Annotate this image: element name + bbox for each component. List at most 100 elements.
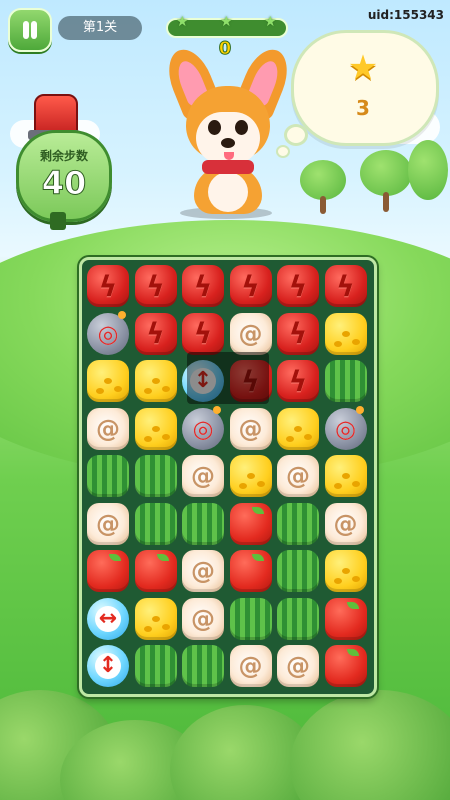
board-cell[interactable]	[229, 312, 273, 356]
moves-label: 剩余步数	[39, 149, 88, 163]
red-lightning-candy	[87, 265, 129, 307]
swirl-roll-candy	[229, 407, 272, 450]
board-cell[interactable]	[134, 502, 178, 546]
tree	[300, 160, 346, 200]
board-cell[interactable]	[324, 359, 368, 403]
board-cell[interactable]	[134, 359, 178, 403]
board-cell[interactable]	[134, 312, 178, 356]
board-cell[interactable]	[276, 644, 320, 688]
board-cell[interactable]	[134, 549, 178, 593]
star-icon: ★	[347, 48, 379, 88]
board-cell[interactable]	[276, 407, 320, 451]
board-cell[interactable]	[181, 405, 225, 451]
board-cell[interactable]	[276, 502, 320, 546]
board-cell[interactable]	[86, 644, 130, 688]
watermelon-candy	[87, 455, 129, 497]
board-cell[interactable]	[86, 264, 130, 308]
tree-trunk	[320, 196, 326, 214]
pause-icon-bar	[31, 21, 37, 39]
board-cell[interactable]	[229, 407, 273, 451]
board-cell[interactable]	[86, 549, 130, 593]
board-cell[interactable]	[229, 359, 273, 403]
board-cell[interactable]	[181, 644, 225, 688]
board-cell[interactable]	[181, 312, 225, 356]
board-cell[interactable]	[229, 454, 273, 498]
dog-eye	[208, 120, 221, 135]
swirl-roll-candy	[277, 455, 319, 497]
board-cell[interactable]	[134, 407, 178, 451]
watermelon-candy	[182, 502, 224, 545]
board-cell[interactable]	[324, 454, 368, 498]
board-cell[interactable]	[229, 264, 273, 308]
cheese-candy	[324, 455, 367, 497]
vertical-arrow-booster	[87, 645, 129, 687]
board-cell[interactable]	[134, 644, 178, 688]
target-count: 3	[356, 96, 370, 120]
bomb-blocker	[182, 405, 224, 450]
dog-nose	[221, 138, 235, 148]
board-cell[interactable]	[276, 549, 320, 593]
board-cell[interactable]	[86, 454, 130, 498]
swirl-roll-candy	[277, 645, 319, 687]
board-cell[interactable]	[181, 549, 225, 593]
bomb-blocker	[324, 405, 367, 450]
apple-candy	[324, 597, 367, 640]
board-cell[interactable]	[86, 359, 130, 403]
cheese-candy	[134, 597, 177, 640]
tree	[360, 150, 412, 196]
cheese-candy	[324, 312, 367, 355]
board-cell[interactable]	[181, 502, 225, 546]
board-cell[interactable]	[229, 597, 273, 641]
star-progress-bar: ★ ★ ★	[166, 14, 288, 38]
red-lightning-candy	[229, 265, 272, 307]
board-cell[interactable]	[86, 502, 130, 546]
board-cell[interactable]	[276, 359, 320, 403]
level-label: 第1关	[58, 16, 142, 40]
watermelon-candy	[134, 645, 177, 687]
board-cell[interactable]	[181, 597, 225, 641]
board-cell[interactable]	[86, 310, 130, 356]
board-cell[interactable]	[276, 312, 320, 356]
star-milestone-icon: ★	[220, 14, 233, 30]
swirl-roll-candy	[182, 597, 224, 640]
board-cell[interactable]	[181, 264, 225, 308]
board-cell[interactable]	[324, 597, 368, 641]
red-lightning-candy	[134, 312, 177, 355]
board-cell[interactable]	[229, 644, 273, 688]
board-cell[interactable]	[181, 454, 225, 498]
bush	[290, 690, 450, 800]
game-board	[79, 257, 377, 697]
apple-candy	[134, 550, 177, 592]
cheese-candy	[277, 407, 319, 450]
board-cell[interactable]	[276, 264, 320, 308]
board-cell[interactable]	[86, 597, 130, 641]
board-cell[interactable]	[181, 359, 225, 403]
board-cell[interactable]	[86, 407, 130, 451]
star-milestone-icon: ★	[176, 14, 189, 30]
board-cell[interactable]	[276, 454, 320, 498]
board-cell[interactable]	[229, 502, 273, 546]
board-cell[interactable]	[324, 549, 368, 593]
swirl-roll-candy	[182, 455, 224, 497]
pause-button[interactable]	[8, 8, 52, 52]
board-cell[interactable]	[134, 264, 178, 308]
apple-candy	[229, 502, 272, 545]
board-cell[interactable]	[134, 597, 178, 641]
moves-remaining: 40	[41, 164, 87, 203]
cheese-candy	[87, 360, 129, 402]
watermelon-candy	[229, 597, 272, 640]
swirl-roll-candy	[87, 502, 129, 545]
board-cell[interactable]	[276, 597, 320, 641]
board-cell[interactable]	[324, 644, 368, 688]
board-cell[interactable]	[134, 454, 178, 498]
tree	[408, 140, 448, 200]
board-cell[interactable]	[229, 549, 273, 593]
apple-candy	[87, 550, 129, 592]
board-cell[interactable]	[324, 312, 368, 356]
cheese-candy	[324, 550, 367, 592]
board-cell[interactable]	[324, 502, 368, 546]
watermelon-candy	[277, 550, 319, 592]
board-cell[interactable]	[324, 264, 368, 308]
board-cell[interactable]	[324, 405, 368, 451]
swirl-roll-candy	[87, 407, 129, 450]
